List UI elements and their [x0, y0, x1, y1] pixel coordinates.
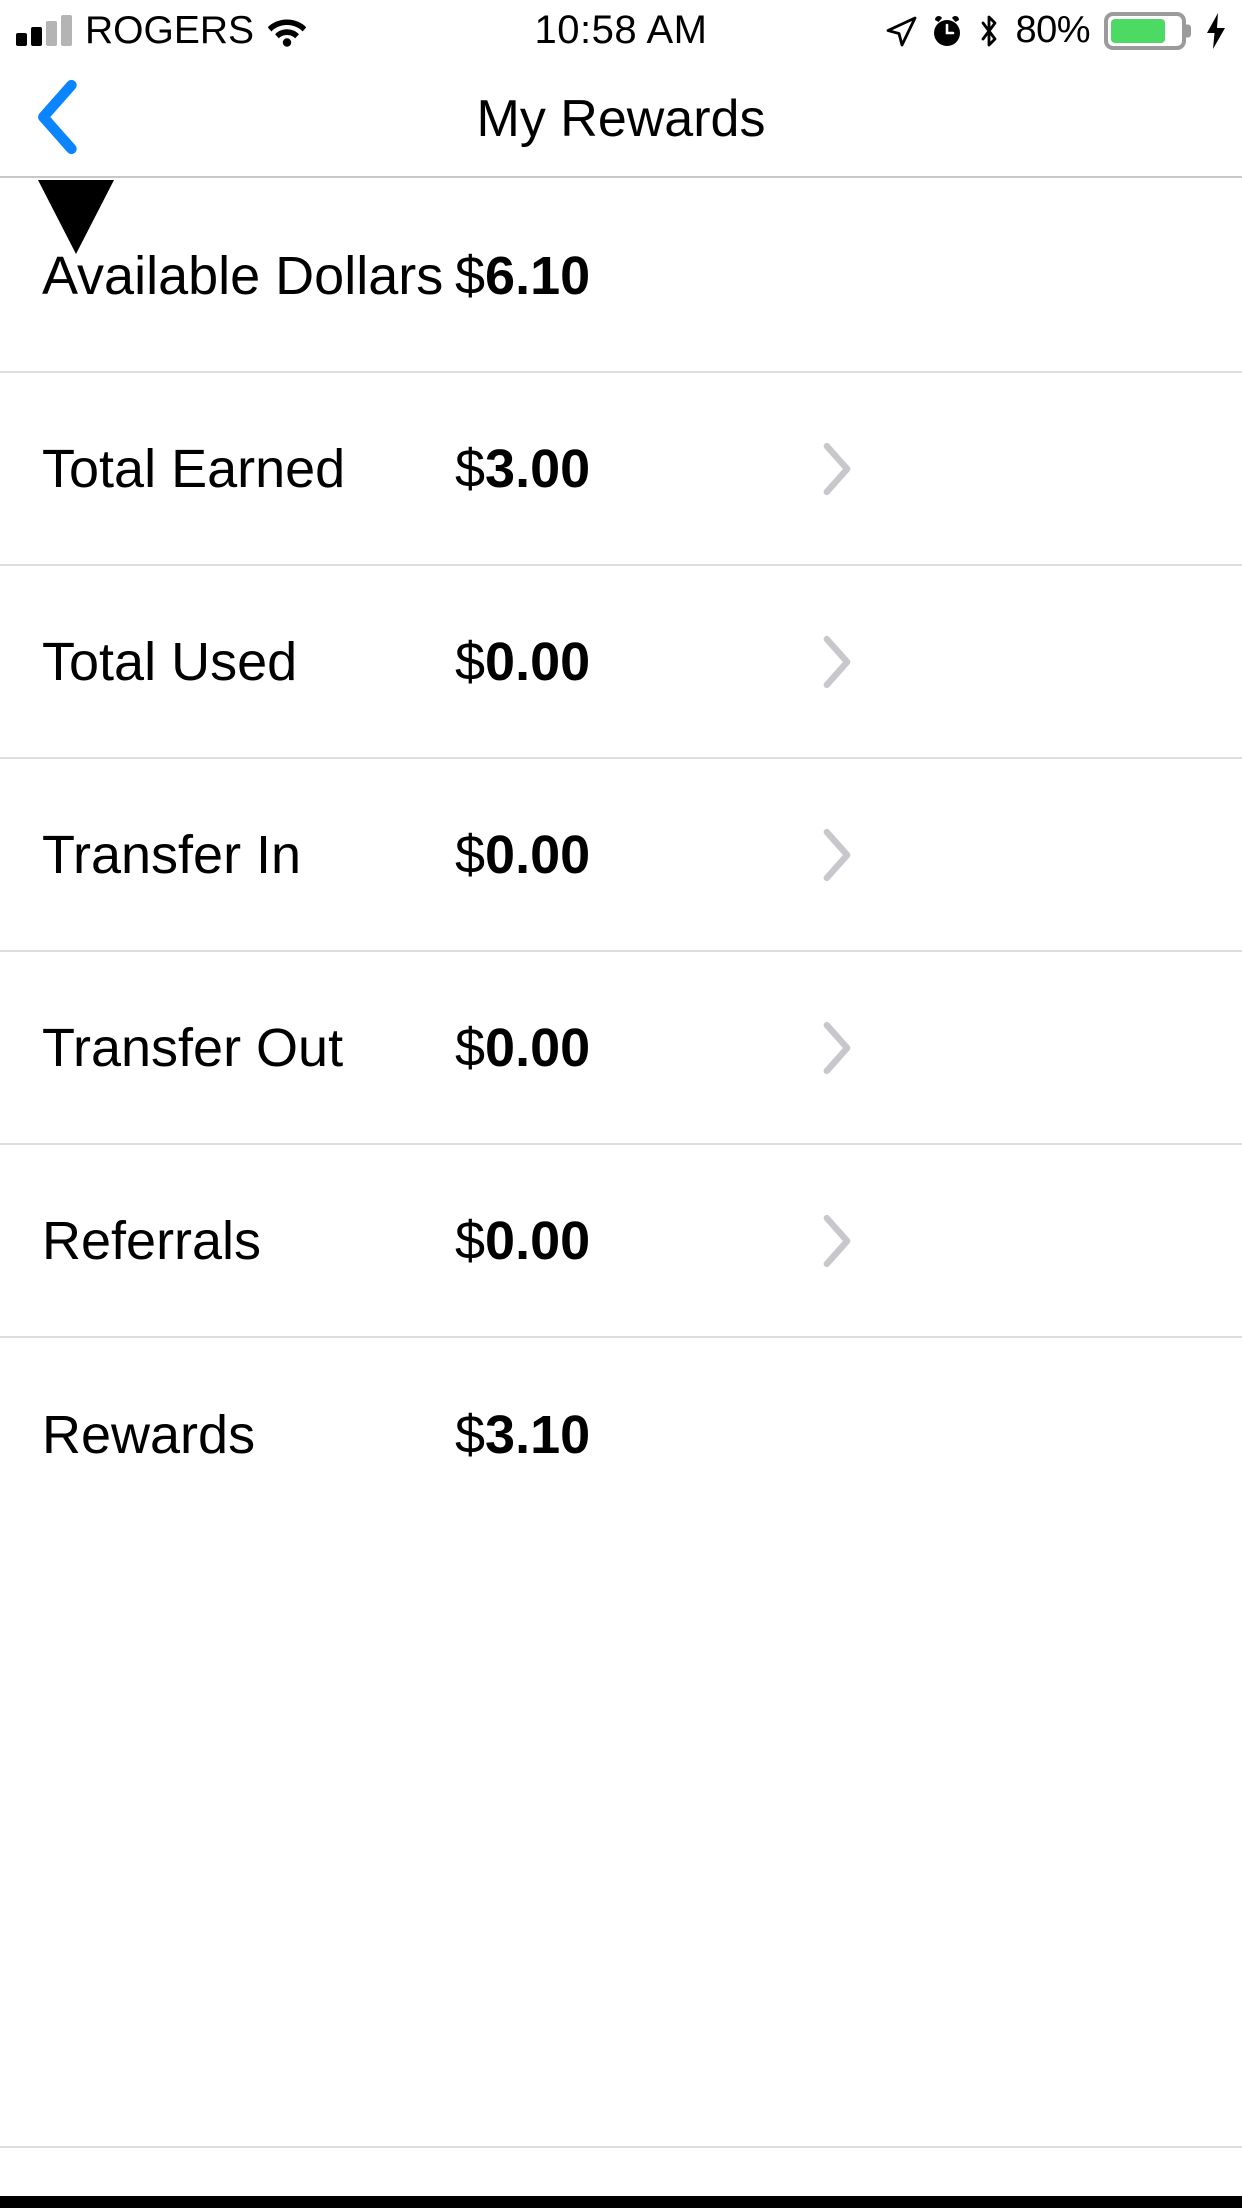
list-item-available-dollars[interactable]: Available Dollars $6.10 — [0, 180, 1242, 373]
bluetooth-icon — [977, 14, 1001, 48]
list-item-referrals[interactable]: Referrals $0.00 — [0, 1145, 1242, 1338]
chevron-right-icon[interactable] — [817, 1019, 857, 1077]
amount-text: 0.00 — [485, 1017, 591, 1078]
list-item-rewards[interactable]: Rewards $3.10 — [0, 1338, 1242, 1531]
battery-icon — [1104, 12, 1186, 50]
charging-bolt-icon — [1204, 12, 1228, 50]
currency-symbol: $ — [455, 245, 486, 306]
list-item-label: Rewards — [42, 1404, 256, 1465]
currency-symbol: $ — [455, 438, 486, 499]
amount-text: 3.00 — [485, 438, 591, 499]
list-item-total-earned[interactable]: Total Earned $3.00 — [0, 373, 1242, 566]
list-item-value: $0.00 — [455, 635, 590, 689]
list-item-value: $3.10 — [455, 1408, 590, 1462]
chevron-right-icon[interactable] — [817, 633, 857, 691]
navigation-bar: My Rewards — [0, 62, 1242, 178]
amount-text: 0.00 — [485, 1210, 591, 1271]
status-bar-right: 80% — [885, 0, 1228, 62]
page-title: My Rewards — [476, 90, 766, 148]
currency-symbol: $ — [455, 1210, 486, 1271]
amount-text: 0.00 — [485, 824, 591, 885]
chevron-right-icon[interactable] — [817, 826, 857, 884]
status-bar-clock: 10:58 AM — [534, 8, 708, 52]
currency-symbol: $ — [455, 1017, 486, 1078]
alarm-clock-icon — [931, 14, 963, 48]
list-item-transfer-out[interactable]: Transfer Out $0.00 — [0, 952, 1242, 1145]
bottom-divider — [0, 2146, 1242, 2148]
amount-text: 3.10 — [485, 1404, 591, 1465]
list-item-transfer-in[interactable]: Transfer In $0.00 — [0, 759, 1242, 952]
currency-symbol: $ — [455, 1404, 486, 1465]
rewards-list: Available Dollars $6.10 Total Earned $3.… — [0, 180, 1242, 1531]
list-item-label: Referrals — [42, 1210, 262, 1271]
caret-down-icon — [38, 180, 114, 254]
amount-text: 6.10 — [485, 245, 591, 306]
list-item-label: Total Earned — [42, 438, 346, 499]
currency-symbol: $ — [455, 631, 486, 692]
list-item-label: Available Dollars — [42, 245, 444, 306]
list-item-label: Total Used — [42, 631, 298, 692]
phone-screen: ROGERS 10:58 AM 80% My Rewards Available… — [0, 0, 1242, 2208]
location-arrow-icon — [885, 15, 917, 47]
chevron-right-icon[interactable] — [817, 1212, 857, 1270]
list-item-value: $0.00 — [455, 1214, 590, 1268]
list-item-total-used[interactable]: Total Used $0.00 — [0, 566, 1242, 759]
list-item-value: $6.10 — [455, 249, 590, 303]
list-item-value: $3.00 — [455, 442, 590, 496]
list-item-value: $0.00 — [455, 1021, 590, 1075]
amount-text: 0.00 — [485, 631, 591, 692]
home-indicator-bar — [0, 2196, 1242, 2208]
currency-symbol: $ — [455, 824, 486, 885]
list-item-label: Transfer In — [42, 824, 302, 885]
list-item-value: $0.00 — [455, 828, 590, 882]
list-item-label: Transfer Out — [42, 1017, 344, 1078]
status-bar: ROGERS 10:58 AM 80% — [0, 0, 1242, 62]
chevron-right-icon[interactable] — [817, 440, 857, 498]
battery-percent-label: 80% — [1015, 9, 1090, 51]
